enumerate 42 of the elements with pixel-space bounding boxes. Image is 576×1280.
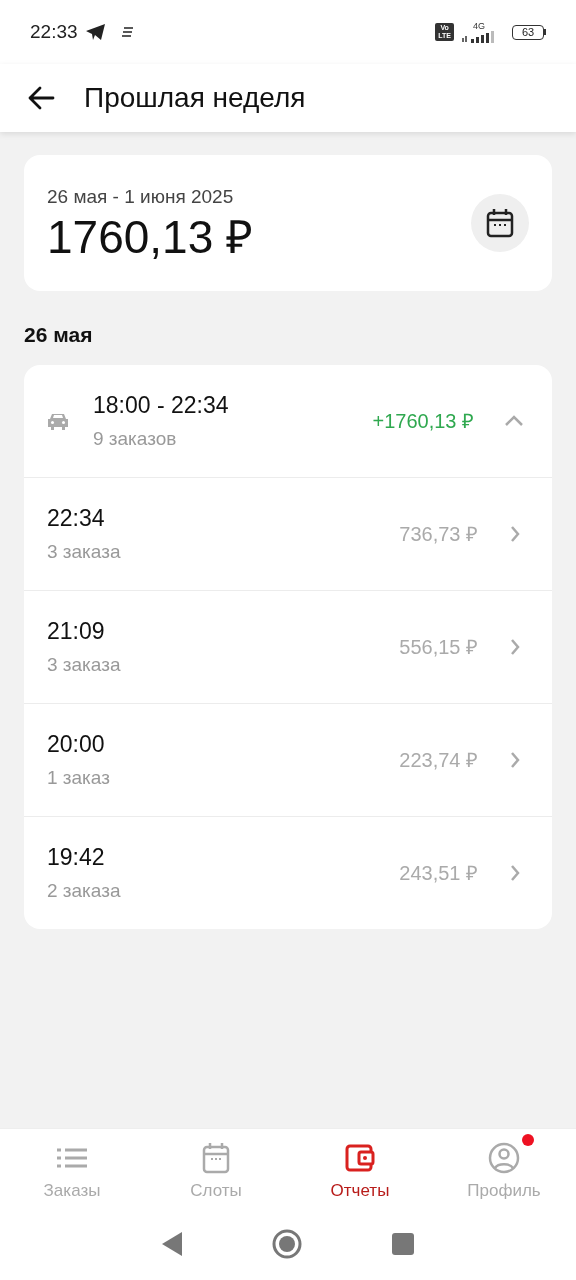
status-time: 22:33 bbox=[30, 19, 78, 44]
home-nav-icon[interactable] bbox=[272, 1229, 302, 1259]
shift-time: 18:00 - 22:34 bbox=[93, 391, 230, 420]
period-label: 26 мая - 1 июня 2025 bbox=[47, 184, 235, 209]
calendar-icon bbox=[202, 1140, 230, 1175]
group-time: 22:34 bbox=[47, 504, 106, 533]
car-icon bbox=[46, 411, 70, 430]
group-time: 21:09 bbox=[47, 617, 106, 646]
chevron-right-icon bbox=[510, 524, 520, 543]
profile-icon bbox=[488, 1140, 520, 1175]
calendar-icon bbox=[486, 208, 514, 238]
notification-icon bbox=[121, 27, 134, 37]
group-time: 20:00 bbox=[47, 730, 106, 759]
shift-header[interactable]: 18:00 - 22:34 9 заказов +1760,13 ₽ bbox=[24, 364, 552, 477]
total-amount: 1760,13 ₽ bbox=[47, 211, 254, 264]
page-title: Прошлая неделя bbox=[84, 81, 306, 115]
nav-tab[interactable]: Отчеты bbox=[288, 1129, 432, 1212]
group-amount: 223,74 ₽ bbox=[399, 747, 478, 773]
network-type: 4G bbox=[473, 21, 485, 31]
order-group-row[interactable]: 20:00 1 заказ 223,74 ₽ bbox=[24, 702, 552, 816]
group-time: 19:42 bbox=[47, 843, 106, 872]
shift-amount: +1760,13 ₽ bbox=[372, 408, 474, 434]
order-count: 2 заказа bbox=[47, 878, 122, 903]
chevron-right-icon bbox=[510, 750, 520, 769]
back-nav-icon[interactable] bbox=[162, 1232, 182, 1256]
order-count: 3 заказа bbox=[47, 539, 122, 564]
battery-indicator: 63 bbox=[512, 24, 546, 40]
order-count: 9 заказов bbox=[93, 426, 178, 451]
day-heading: 26 мая bbox=[24, 323, 93, 346]
order-group-row[interactable]: 21:09 3 заказа 556,15 ₽ bbox=[24, 589, 552, 703]
chevron-right-icon bbox=[510, 863, 520, 882]
group-amount: 556,15 ₽ bbox=[399, 634, 478, 660]
group-amount: 736,73 ₽ bbox=[399, 521, 478, 547]
paper-plane-icon bbox=[85, 24, 106, 40]
group-amount: 243,51 ₽ bbox=[399, 860, 478, 886]
order-group-row[interactable]: 22:34 3 заказа 736,73 ₽ bbox=[24, 476, 552, 590]
signal-icon bbox=[462, 30, 496, 43]
order-count: 3 заказа bbox=[47, 652, 122, 677]
back-arrow-icon bbox=[27, 86, 55, 110]
chevron-right-icon bbox=[510, 637, 520, 656]
order-count: 1 заказ bbox=[47, 765, 111, 790]
order-group-row[interactable]: 19:42 2 заказа 243,51 ₽ bbox=[24, 815, 552, 929]
